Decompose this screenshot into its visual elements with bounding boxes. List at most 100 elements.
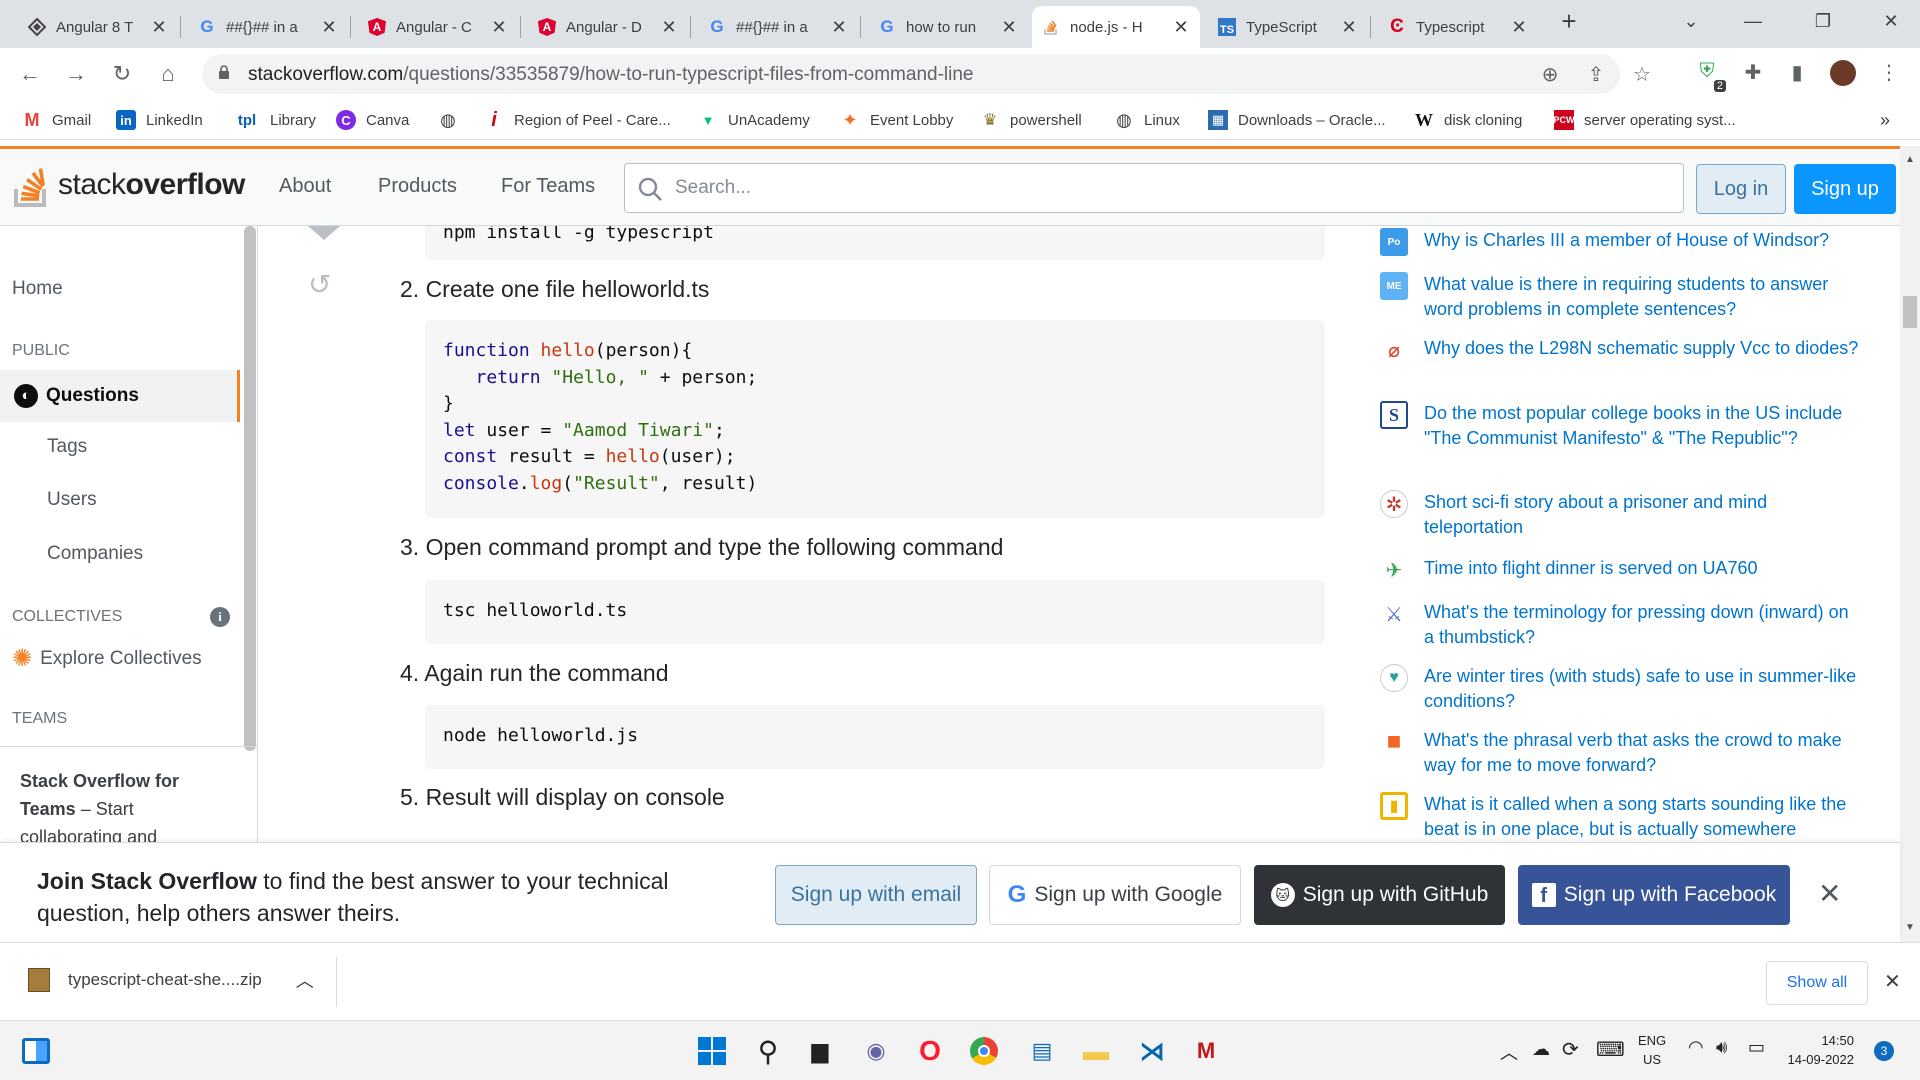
search-taskbar-icon[interactable]: ⚲: [752, 1035, 784, 1067]
chevron-up-icon[interactable]: ︿: [296, 967, 314, 993]
signup-button[interactable]: Sign up: [1794, 164, 1896, 214]
zoom-icon[interactable]: ⊕: [1538, 62, 1562, 86]
hot-question-item[interactable]: ■ What's the phrasal verb that asks the c…: [1380, 728, 1860, 778]
bookmark-server-os[interactable]: PCW server operating syst...: [1554, 110, 1736, 130]
history-icon[interactable]: ↺: [308, 268, 331, 301]
nav-tags[interactable]: Tags: [47, 436, 87, 458]
forward-icon[interactable]: →: [60, 58, 92, 90]
close-tab-icon[interactable]: ✕: [1172, 17, 1190, 38]
start-icon[interactable]: [696, 1035, 728, 1067]
scrollbar-thumb[interactable]: [1903, 296, 1917, 328]
show-all-button[interactable]: Show all: [1766, 961, 1868, 1005]
close-tab-icon[interactable]: ✕: [1340, 17, 1358, 38]
hot-question-item[interactable]: S Do the most popular college books in th…: [1380, 401, 1860, 451]
left-scrollbar[interactable]: [244, 226, 256, 751]
nav-for-teams[interactable]: For Teams: [501, 175, 595, 198]
volume-icon[interactable]: 🔊︎: [1716, 1037, 1727, 1058]
hot-question-item[interactable]: ✈ Time into flight dinner is served on UA…: [1380, 556, 1860, 584]
download-item[interactable]: typescript-cheat-she....zip ︿: [28, 967, 314, 993]
close-tab-icon[interactable]: ✕: [1000, 17, 1018, 38]
bookmark-oracle[interactable]: ▦ Downloads – Oracle...: [1208, 110, 1386, 130]
reload-icon[interactable]: ↻: [106, 58, 138, 90]
nav-explore-collectives[interactable]: ✺ Explore Collectives: [12, 644, 202, 673]
bookmark-linux[interactable]: ◍ Linux: [1114, 110, 1180, 130]
hot-question-item[interactable]: ▮ What is it called when a song starts so…: [1380, 792, 1860, 842]
battery-icon[interactable]: ▭: [1748, 1037, 1765, 1058]
downvote-icon[interactable]: [308, 226, 340, 240]
browser-tab[interactable]: G ##{}## in a ✕: [698, 6, 858, 48]
file-explorer-icon[interactable]: ▬: [1080, 1035, 1112, 1067]
close-tab-icon[interactable]: ✕: [830, 17, 848, 38]
sync-icon[interactable]: ⟳: [1562, 1037, 1579, 1062]
side-panel-icon[interactable]: ▮: [1784, 60, 1810, 86]
bookmark-gmail[interactable]: M Gmail: [22, 110, 92, 130]
nav-questions[interactable]: ◐ Questions: [0, 370, 240, 422]
login-button[interactable]: Log in: [1696, 164, 1786, 214]
hot-question-item[interactable]: ⚔ What's the terminology for pressing dow…: [1380, 600, 1860, 650]
chrome-menu-icon[interactable]: ⋮: [1876, 60, 1902, 86]
hot-question-item[interactable]: ⌀ Why does the L298N schematic supply Vcc…: [1380, 336, 1860, 364]
browser-tab-active[interactable]: node.js - H ✕: [1032, 6, 1200, 48]
signup-github-button[interactable]: 🐱︎ Sign up with GitHub: [1254, 865, 1505, 925]
bookmark-star-icon[interactable]: ☆: [1630, 62, 1654, 86]
bookmarks-overflow[interactable]: »: [1880, 110, 1890, 131]
bookmark-library[interactable]: tpl Library: [234, 110, 316, 130]
scroll-up-icon[interactable]: ▲: [1905, 154, 1915, 165]
bookmark-powershell[interactable]: ♛ powershell: [980, 110, 1082, 130]
chrome-icon[interactable]: [968, 1035, 1000, 1067]
browser-tab[interactable]: G how to run ✕: [868, 6, 1028, 48]
hot-question-item[interactable]: ✲ Short sci-fi story about a prisoner and…: [1380, 490, 1860, 540]
page-scrollbar[interactable]: ▲ ▼: [1900, 146, 1920, 942]
bookmark-linkedin[interactable]: in LinkedIn: [116, 110, 203, 130]
browser-tab[interactable]: Angular 8 T ✕: [18, 6, 178, 48]
notepad-icon[interactable]: ▤: [1026, 1035, 1058, 1067]
close-tab-icon[interactable]: ✕: [490, 17, 508, 38]
close-download-bar-icon[interactable]: ✕: [1884, 969, 1901, 994]
task-view-icon[interactable]: ▆: [804, 1035, 836, 1067]
bookmark-canva[interactable]: C Canva: [336, 110, 409, 130]
bookmark-peel[interactable]: i Region of Peel - Care...: [484, 109, 671, 131]
home-icon[interactable]: ⌂: [152, 58, 184, 90]
hot-question-item[interactable]: ♥ Are winter tires (with studs) safe to u…: [1380, 664, 1860, 714]
teams-chat-icon[interactable]: ◉: [860, 1035, 892, 1067]
tray-chevron-icon[interactable]: ︿: [1500, 1039, 1518, 1065]
widgets-icon[interactable]: [20, 1035, 52, 1067]
close-tab-icon[interactable]: ✕: [320, 17, 338, 38]
signup-facebook-button[interactable]: f Sign up with Facebook: [1518, 865, 1790, 925]
nav-home[interactable]: Home: [12, 278, 63, 300]
hot-question-item[interactable]: ME What value is there in requiring stude…: [1380, 272, 1860, 322]
bookmark-unacademy[interactable]: ▼ UnAcademy: [698, 110, 810, 130]
so-logo[interactable]: stackoverflow: [12, 161, 245, 209]
mcafee-icon[interactable]: M: [1190, 1035, 1222, 1067]
profile-avatar[interactable]: [1830, 60, 1856, 86]
browser-tab[interactable]: Ͼ Typescript ✕: [1378, 6, 1538, 48]
nav-products[interactable]: Products: [378, 175, 457, 198]
wifi-icon[interactable]: ◠: [1688, 1037, 1704, 1058]
hot-question-item[interactable]: Po Why is Charles III a member of House o…: [1380, 228, 1860, 256]
close-tab-icon[interactable]: ✕: [660, 17, 678, 38]
minimize-button[interactable]: —: [1724, 0, 1782, 42]
tab-search-icon[interactable]: ⌄: [1662, 0, 1720, 42]
bookmark-event-lobby[interactable]: ✦ Event Lobby: [840, 110, 953, 130]
close-window-button[interactable]: ✕: [1862, 0, 1920, 42]
browser-tab[interactable]: A Angular - C ✕: [358, 6, 518, 48]
share-icon[interactable]: ⇪: [1584, 62, 1608, 86]
onedrive-icon[interactable]: ☁: [1532, 1039, 1550, 1060]
extension-shield-icon[interactable]: ⛨ 2: [1694, 60, 1726, 92]
signup-google-button[interactable]: G Sign up with Google: [989, 865, 1241, 925]
teams-promo[interactable]: Stack Overflow for Teams – Start collabo…: [0, 746, 257, 842]
clock[interactable]: 14:50 14-09-2022: [1786, 1031, 1855, 1069]
opera-icon[interactable]: O: [914, 1035, 946, 1067]
search-input[interactable]: Search...: [624, 163, 1684, 213]
vscode-icon[interactable]: ⋊: [1136, 1035, 1168, 1067]
new-tab-button[interactable]: +: [1540, 0, 1598, 42]
nav-about[interactable]: About: [279, 175, 331, 198]
close-tab-icon[interactable]: ✕: [1510, 17, 1528, 38]
scroll-down-icon[interactable]: ▼: [1905, 922, 1915, 933]
address-bar[interactable]: stackoverflow.com/questions/33535879/how…: [202, 54, 1651, 94]
notification-badge[interactable]: 3: [1874, 1041, 1894, 1061]
language-indicator[interactable]: ENG US: [1638, 1031, 1666, 1069]
close-tab-icon[interactable]: ✕: [150, 17, 168, 38]
browser-tab[interactable]: A Angular - D ✕: [528, 6, 688, 48]
back-icon[interactable]: ←: [14, 58, 46, 90]
